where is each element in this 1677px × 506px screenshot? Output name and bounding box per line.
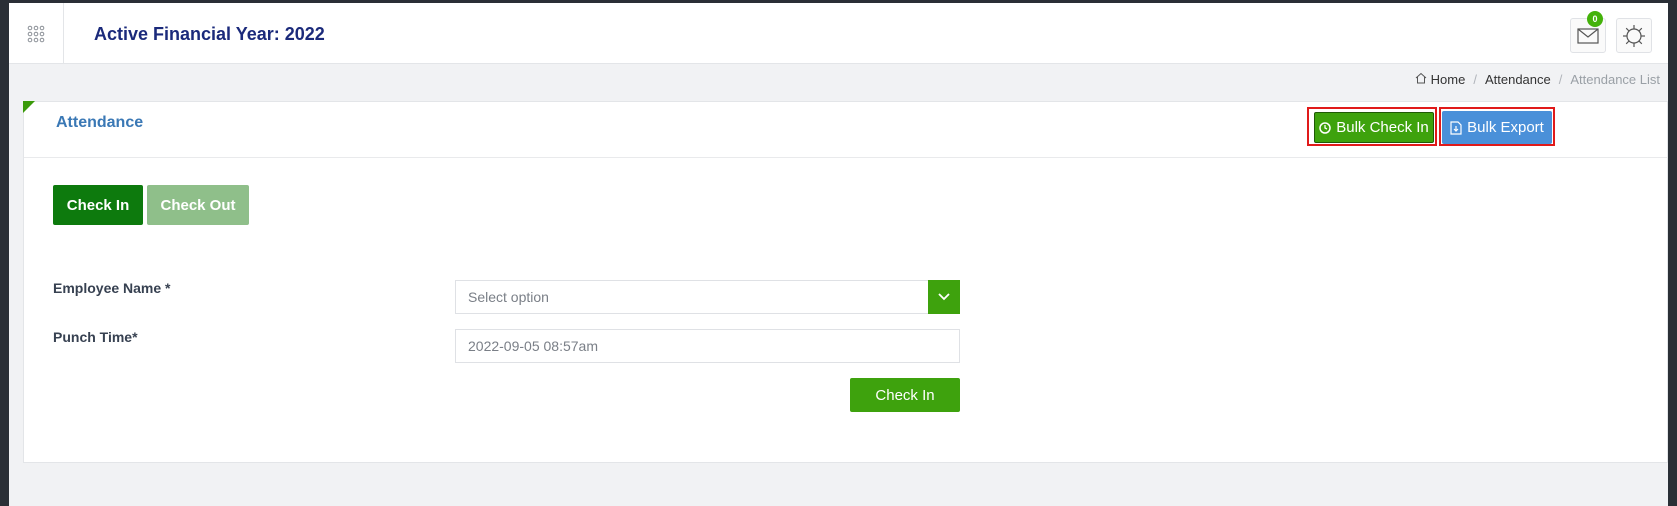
top-navbar: Active Financial Year: 2022 0: [9, 3, 1668, 64]
employee-select-placeholder: Select option: [468, 289, 549, 305]
employee-select[interactable]: Select option: [455, 280, 960, 314]
check-in-submit-button[interactable]: Check In: [850, 378, 960, 412]
breadcrumb-separator: /: [1473, 72, 1477, 87]
card-header: Attendance Bulk Check In Bulk Export: [24, 102, 1667, 158]
punch-time-value: 2022-09-05 08:57am: [468, 338, 598, 354]
bulk-check-in-button[interactable]: Bulk Check In: [1314, 112, 1434, 143]
punch-time-label: Punch Time*: [53, 329, 138, 345]
breadcrumb-home[interactable]: Home: [1431, 72, 1466, 87]
bulk-export-button[interactable]: Bulk Export: [1442, 111, 1552, 144]
attendance-card: Attendance Bulk Check In Bulk Export Che…: [23, 101, 1668, 463]
page: Active Financial Year: 2022 0 Home / Att…: [9, 3, 1668, 506]
home-icon: [1415, 72, 1427, 87]
breadcrumb-current: Attendance List: [1570, 72, 1660, 87]
file-export-icon: [1450, 120, 1462, 135]
breadcrumb-attendance[interactable]: Attendance: [1485, 72, 1551, 87]
tab-check-in[interactable]: Check In: [53, 185, 143, 225]
punch-time-input[interactable]: 2022-09-05 08:57am: [455, 329, 960, 363]
breadcrumb: Home / Attendance / Attendance List: [1415, 72, 1660, 87]
card-title: Attendance: [56, 114, 144, 131]
settings-button[interactable]: [1616, 18, 1652, 53]
mail-icon: [1577, 27, 1599, 44]
breadcrumb-separator: /: [1558, 72, 1563, 87]
financial-year-title: Active Financial Year: 2022: [94, 24, 325, 44]
gear-icon: [1623, 24, 1645, 47]
tab-check-out[interactable]: Check Out: [147, 185, 249, 225]
notification-badge: 0: [1587, 11, 1603, 27]
chevron-down-icon[interactable]: [928, 280, 960, 314]
clock-icon: [1319, 121, 1331, 134]
card-corner-accent: [23, 101, 35, 113]
employee-name-label: Employee Name *: [53, 280, 171, 296]
window-edge: [1668, 0, 1677, 506]
grid-dots-icon[interactable]: [9, 3, 64, 64]
bulk-export-label: Bulk Export: [1467, 119, 1544, 136]
bulk-check-in-label: Bulk Check In: [1336, 119, 1429, 136]
